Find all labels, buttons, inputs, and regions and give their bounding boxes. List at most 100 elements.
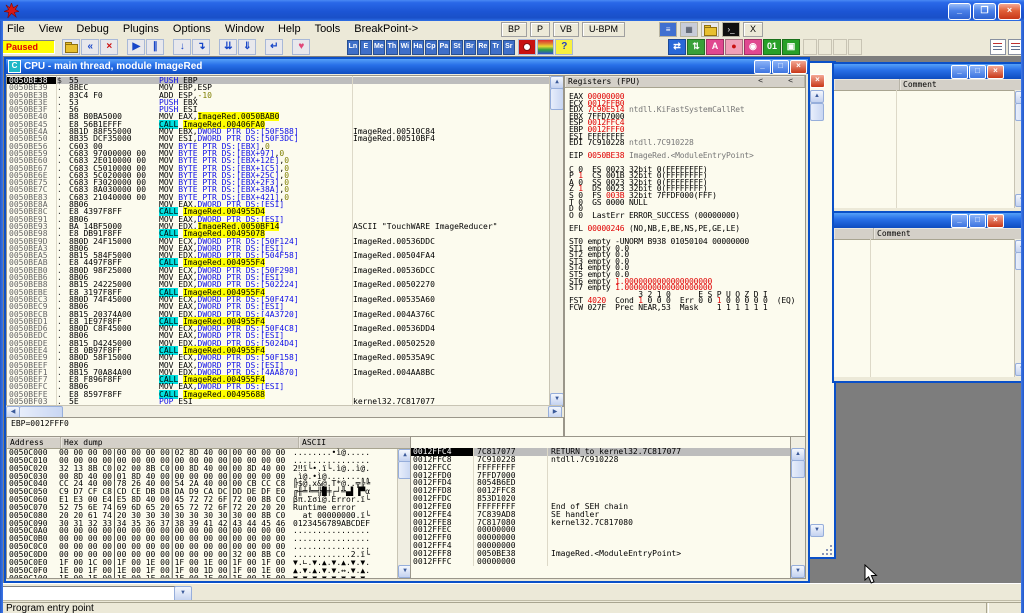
pause-icon[interactable]: ∥ [146, 39, 164, 55]
stack-scroll-thumb[interactable] [791, 460, 805, 478]
updown-arrows-icon[interactable]: ⇅ [687, 39, 705, 55]
pane-button-cp[interactable]: Cp [425, 40, 437, 55]
disassembly-pane[interactable]: 0050BE38$55PUSH EBP0050BE39.8BECMOV EBP,… [6, 75, 564, 407]
sidewin-b-col-comment[interactable]: Comment [874, 228, 1024, 239]
stack-vscrollbar[interactable]: ▲ ▼ [790, 436, 806, 579]
side-window-top-titlebar[interactable]: _ □ × [834, 64, 1024, 79]
registers-prev-icon[interactable]: < [758, 77, 763, 85]
log-window-icon[interactable] [990, 39, 1006, 55]
strip-scroll-down[interactable]: ▼ [810, 524, 824, 537]
sidewin-a-close-button[interactable]: × [987, 65, 1004, 79]
cpu-titlebar[interactable]: C CPU - main thread, module ImageRed _ □… [6, 59, 808, 74]
register-line[interactable]: EFL 00000246 (NO,NB,E,BE,NS,PE,GE,LE) [569, 225, 803, 232]
register-line[interactable]: T 0 GS 0000 NULL [569, 199, 803, 206]
swap-arrows-icon[interactable]: ⇄ [668, 39, 686, 55]
options-gear-icon[interactable] [518, 39, 536, 55]
side-window-top[interactable]: _ □ × Comment ▲ ▼ [832, 62, 1024, 214]
plugin-button-u-bpm[interactable]: U-BPM [582, 22, 625, 37]
minimize-button[interactable]: _ [948, 3, 971, 20]
register-line[interactable]: O 0 LastErr ERROR_SUCCESS (00000000) [569, 212, 803, 219]
disasm-vscrollbar[interactable]: ▲ ▼ [549, 76, 563, 406]
strip-scroll-thumb[interactable] [810, 103, 824, 121]
go-to-icon[interactable]: ♥ [292, 39, 310, 55]
strip-close-icon[interactable]: × [810, 74, 825, 88]
menu-file[interactable]: File [0, 21, 32, 35]
sidewin-a-col-comment[interactable]: Comment [900, 79, 1024, 90]
pane-button-tr[interactable]: Tr [490, 40, 502, 55]
plugin-close-button[interactable]: X [743, 22, 763, 37]
open-file-icon[interactable] [62, 39, 80, 55]
strip-scroll-up[interactable]: ▲ [810, 90, 824, 103]
stack-row[interactable]: 0012FFD48054B6ED [411, 479, 791, 487]
stack-row[interactable]: 0012FFE0FFFFFFFFEnd of SEH chain [411, 503, 791, 511]
stack-row[interactable]: 0012FFFC00000000 [411, 558, 791, 566]
dump-header-hex[interactable]: Hex dump [61, 437, 299, 448]
stack-row[interactable]: 0012FFF80050BE38ImageRed.<ModuleEntryPoi… [411, 550, 791, 558]
plugin-button-bp[interactable]: BP [501, 22, 527, 37]
side-window-bottom[interactable]: _ □ × Comment ▲ ▼ [832, 211, 1024, 383]
breakpoint-ball-icon[interactable]: ● [725, 39, 743, 55]
step-over-icon[interactable]: ↴ [192, 39, 210, 55]
menu-help[interactable]: Help [271, 21, 308, 35]
calculator-icon[interactable]: ▦ [680, 22, 698, 37]
stack-row[interactable]: 0012FFD07FFD7000 [411, 472, 791, 480]
menu-plugins[interactable]: Plugins [116, 21, 166, 35]
restore-button[interactable]: ❐ [973, 3, 996, 20]
disasm-row[interactable]: 0050BE3B.83C4 F0ADD ESP,-10 [7, 92, 549, 99]
registers-prev2-icon[interactable]: < [788, 77, 793, 85]
menu-tools[interactable]: Tools [308, 21, 348, 35]
disasm-row[interactable]: 0050BE38$55PUSH EBP [7, 77, 549, 84]
dump-header-address[interactable]: Address [7, 437, 61, 448]
disasm-scroll-thumb[interactable] [550, 88, 564, 110]
menu-breakpoint[interactable]: BreakPoint-> [347, 21, 425, 35]
dump-row[interactable]: 0050C1001F 00 1F 00|1F 00 1F 00|1F 00 1F… [7, 575, 397, 580]
pane-button-ha[interactable]: Ha [412, 40, 424, 55]
spiral-icon[interactable]: ◉ [744, 39, 762, 55]
registers-pane[interactable]: Registers (FPU) < < EAX 00000000ECX 0012… [564, 75, 806, 445]
stack-row[interactable]: 0012FFE87C817080kernel32.7C817080 [411, 519, 791, 527]
menu-view[interactable]: View [32, 21, 70, 35]
dump-header-ascii[interactable]: ASCII [299, 437, 411, 448]
sidewin-b-col0[interactable] [834, 228, 874, 239]
menu-options[interactable]: Options [166, 21, 218, 35]
cpu-minimize-button[interactable]: _ [754, 60, 771, 74]
menu-window[interactable]: Window [218, 21, 271, 35]
plugin-button-p[interactable]: P [530, 22, 550, 37]
sidewin-a-minimize-button[interactable]: _ [951, 65, 968, 79]
main-titlebar[interactable]: _ ❐ × [0, 0, 1024, 21]
pane-button-me[interactable]: Me [373, 40, 385, 55]
sidewin-a-col0[interactable] [834, 79, 900, 90]
pane-button-pa[interactable]: Pa [438, 40, 450, 55]
stack-pane[interactable]: 0012FFC47C817077RETURN to kernel32.7C817… [410, 436, 792, 579]
execute-till-return-icon[interactable]: ↵ [265, 39, 283, 55]
trace-into-icon[interactable]: ⇊ [219, 39, 237, 55]
resize-grip[interactable] [821, 544, 834, 557]
stack-row[interactable]: 0012FFD80012FFC8 [411, 487, 791, 495]
appearance-icon[interactable] [537, 39, 555, 55]
pane-button-ln[interactable]: Ln [347, 40, 359, 55]
stack-row[interactable]: 0012FFF000000000 [411, 534, 791, 542]
pane-button-wi[interactable]: Wi [399, 40, 411, 55]
binary-icon[interactable]: 01 [763, 39, 781, 55]
sidewin-b-maximize-button[interactable]: □ [969, 214, 986, 228]
disasm-row[interactable]: 0050BEFE.E8 8597F8FFCALL ImageRed.004956… [7, 391, 549, 398]
window-icon[interactable]: ▣ [782, 39, 800, 55]
stack-row[interactable]: 0012FFEC00000000 [411, 526, 791, 534]
restart-icon[interactable]: « [81, 39, 99, 55]
stack-scroll-down[interactable]: ▼ [791, 565, 805, 578]
register-line[interactable]: EDI 7C910228 ntdll.7C910228 [569, 139, 803, 146]
step-into-icon[interactable]: ↓ [173, 39, 191, 55]
dump-vscrollbar[interactable]: ▲ ▼ [397, 449, 411, 578]
pane-button-st[interactable]: St [451, 40, 463, 55]
menu-debug[interactable]: Debug [69, 21, 115, 35]
assemble-icon[interactable]: A [706, 39, 724, 55]
cpu-close-button[interactable]: × [790, 60, 807, 74]
pane-button-th[interactable]: Th [386, 40, 398, 55]
stack-row[interactable]: 0012FFCCFFFFFFFF [411, 464, 791, 472]
pane-button-re[interactable]: Re [477, 40, 489, 55]
close-program-icon[interactable]: × [100, 39, 118, 55]
disasm-row[interactable]: 0050BE3E.53PUSH EBX [7, 99, 549, 106]
console-icon[interactable]: ›_ [722, 22, 740, 37]
notes-icon[interactable]: ≡ [659, 22, 677, 37]
pane-button-e[interactable]: E [360, 40, 372, 55]
